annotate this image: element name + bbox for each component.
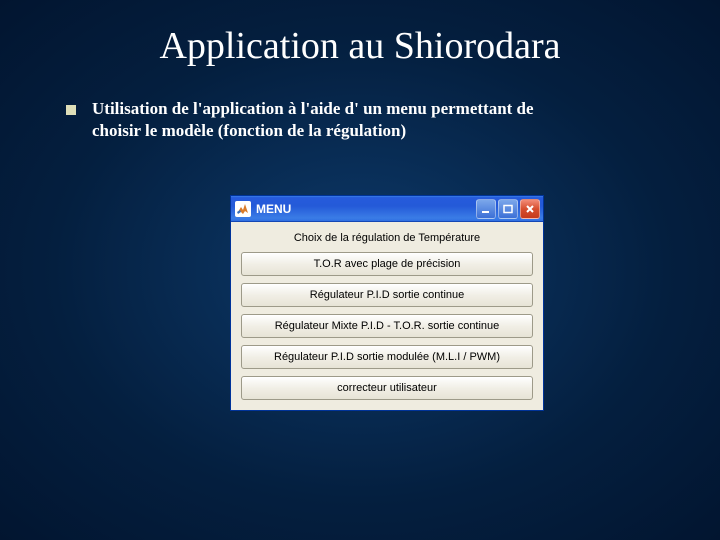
window-controls bbox=[476, 199, 540, 219]
option-mixte[interactable]: Régulateur Mixte P.I.D - T.O.R. sortie c… bbox=[241, 314, 533, 338]
option-pid-modulee[interactable]: Régulateur P.I.D sortie modulée (M.L.I /… bbox=[241, 345, 533, 369]
matlab-icon bbox=[235, 201, 251, 217]
maximize-button[interactable] bbox=[498, 199, 518, 219]
menu-body: Choix de la régulation de Température T.… bbox=[231, 222, 543, 410]
menu-heading: Choix de la régulation de Température bbox=[241, 232, 533, 244]
menu-dialog: MENU Choix de la régulation de Températu… bbox=[230, 195, 544, 411]
option-tor[interactable]: T.O.R avec plage de précision bbox=[241, 252, 533, 276]
minimize-button[interactable] bbox=[476, 199, 496, 219]
window-title: MENU bbox=[256, 202, 476, 216]
option-correcteur[interactable]: correcteur utilisateur bbox=[241, 376, 533, 400]
slide-title: Application au Shiorodara bbox=[0, 0, 720, 68]
bullet-text: Utilisation de l'application à l'aide d'… bbox=[92, 98, 566, 142]
titlebar: MENU bbox=[231, 196, 543, 222]
square-bullet-icon bbox=[66, 105, 76, 115]
close-button[interactable] bbox=[520, 199, 540, 219]
bullet-item: Utilisation de l'application à l'aide d'… bbox=[66, 98, 566, 142]
option-pid-continue[interactable]: Régulateur P.I.D sortie continue bbox=[241, 283, 533, 307]
